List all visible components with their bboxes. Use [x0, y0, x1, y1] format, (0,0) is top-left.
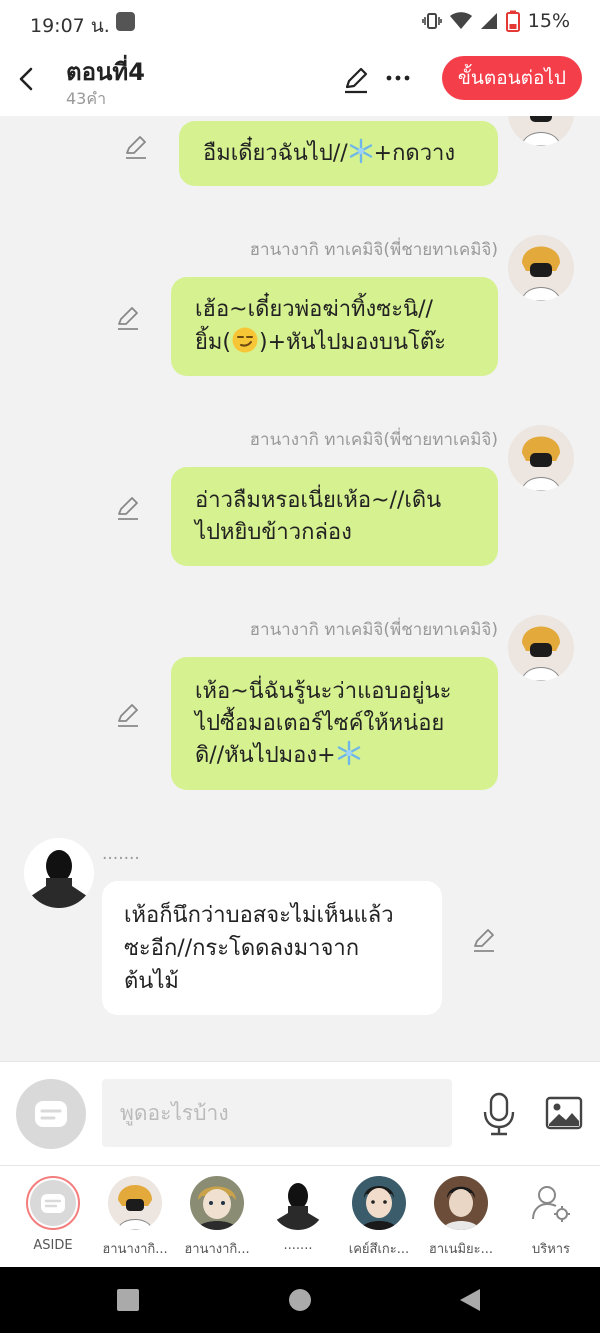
- message-bubble[interactable]: อ่าวลืมหรอเนี่ยเห้อ~//เดิน ไปหยิบข้าวกล่…: [171, 467, 498, 566]
- notification-icon: [116, 12, 135, 31]
- edit-pencil-icon[interactable]: [115, 702, 141, 728]
- message-text: เห้อ~นี่ฉันรู้นะว่าแอบอยู่นะ ไปซื้อมอเตอ…: [195, 678, 452, 768]
- message-input[interactable]: [102, 1079, 452, 1147]
- battery-percent: 15%: [527, 10, 570, 32]
- avatar[interactable]: [24, 838, 94, 908]
- character-image: [352, 1176, 406, 1230]
- message-text: เฮ้อ~เดี๋ยวพ่อฆ่าทิ้งซะนิ// ยิ้ม()+หันไป…: [195, 297, 446, 355]
- manage-avatar: [524, 1176, 578, 1230]
- chat-area[interactable]: อืมเดี๋ยวฉันไป//+กดวาง ฮานางากิ ทาเคมิจิ…: [0, 116, 600, 1061]
- back-icon[interactable]: [458, 1288, 482, 1312]
- character-label: .......: [283, 1238, 313, 1253]
- manage-characters-button[interactable]: บริหาร: [511, 1176, 591, 1259]
- wifi-icon: [449, 12, 472, 29]
- character-image: [434, 1176, 488, 1230]
- edit-pencil-icon[interactable]: [342, 66, 370, 94]
- avatar-image: [508, 235, 574, 301]
- user-settings-icon: [532, 1186, 570, 1222]
- microphone-icon[interactable]: [481, 1092, 517, 1136]
- silhouette-avatar-icon: [24, 838, 94, 908]
- aside-chat-icon: [30, 1180, 76, 1226]
- status-icons: 15%: [421, 10, 570, 32]
- sender-name: ฮานางากิ ทาเคมิจิ(พี่ชายทาเคมิจิ): [249, 430, 498, 450]
- edit-pencil-icon[interactable]: [115, 305, 141, 331]
- snowflake-emoji-icon: [349, 138, 372, 163]
- composer-bar: [0, 1061, 600, 1165]
- avatar-image: [508, 425, 574, 491]
- character-item[interactable]: เคย์สึเกะ...: [339, 1176, 419, 1259]
- message-bubble[interactable]: เห้อก็นึกว่าบอสจะไม่เห็นแล้ว ซะอีก//กระโ…: [102, 881, 442, 1015]
- app-screen: 19:07 น. 15% ตอนที่4 43คำ ขั้นตอนต่อไป อ…: [0, 0, 600, 1333]
- back-arrow-icon[interactable]: [12, 62, 42, 96]
- avatar[interactable]: [508, 615, 574, 681]
- snowflake-emoji-icon: [337, 740, 360, 765]
- character-label: ฮาเนมิยะ...: [428, 1242, 494, 1257]
- character-avatar: [108, 1176, 162, 1230]
- aside-toggle-button[interactable]: [16, 1079, 86, 1149]
- character-item[interactable]: ฮานางากิ...: [95, 1176, 175, 1259]
- message-bubble[interactable]: อืมเดี๋ยวฉันไป//+กดวาง: [179, 121, 498, 186]
- message-text: เห้อก็นึกว่าบอสจะไม่เห็นแล้ว ซะอีก//กระโ…: [124, 903, 394, 994]
- battery-icon: [505, 10, 520, 32]
- character-label: ฮานางากิ...: [102, 1242, 168, 1257]
- character-avatar: [352, 1176, 406, 1230]
- character-avatar: [190, 1176, 244, 1230]
- chat-header: ตอนที่4 43คำ ขั้นตอนต่อไป: [0, 44, 600, 116]
- character-label: บริหาร: [531, 1242, 571, 1257]
- edit-pencil-icon[interactable]: [123, 134, 149, 160]
- character-label: ฮานางากิ...: [184, 1242, 250, 1257]
- avatar-image: [508, 116, 574, 146]
- signal-icon: [480, 13, 497, 29]
- status-bar: 19:07 น. 15%: [0, 0, 600, 44]
- character-label: ASIDE: [33, 1238, 73, 1253]
- sender-name: ฮานางากิ ทาเคมิจิ(พี่ชายทาเคมิจิ): [249, 240, 498, 260]
- recents-icon[interactable]: [116, 1288, 140, 1312]
- smirk-emoji-icon: [232, 327, 258, 353]
- next-step-button[interactable]: ขั้นตอนต่อไป: [441, 56, 582, 100]
- sender-name: ฮานางากิ ทาเคมิจิ(พี่ชายทาเคมิจิ): [249, 620, 498, 640]
- vibrate-icon: [421, 13, 442, 29]
- avatar[interactable]: [508, 425, 574, 491]
- home-icon[interactable]: [288, 1288, 312, 1312]
- avatar[interactable]: [508, 116, 574, 146]
- image-icon[interactable]: [545, 1094, 583, 1132]
- message-text: อ่าวลืมหรอเนี่ยเห้อ~//เดิน ไปหยิบข้าวกล่…: [195, 487, 442, 545]
- message-text: อืมเดี๋ยวฉันไป//+กดวาง: [203, 138, 455, 170]
- system-nav-bar: [0, 1267, 600, 1333]
- more-options-icon[interactable]: [384, 64, 412, 92]
- edit-pencil-icon[interactable]: [471, 927, 497, 953]
- status-time: 19:07 น.: [30, 15, 110, 37]
- character-label: เคย์สึเกะ...: [348, 1242, 410, 1257]
- character-item[interactable]: ฮาเนมิยะ...: [421, 1176, 501, 1259]
- character-avatar: [271, 1176, 325, 1230]
- sender-name: .......: [102, 844, 140, 864]
- message-bubble[interactable]: เห้อ~นี่ฉันรู้นะว่าแอบอยู่นะ ไปซื้อมอเตอ…: [171, 657, 498, 790]
- message-bubble[interactable]: เฮ้อ~เดี๋ยวพ่อฆ่าทิ้งซะนิ// ยิ้ม()+หันไป…: [171, 277, 498, 376]
- edit-pencil-icon[interactable]: [115, 495, 141, 521]
- character-image: [108, 1176, 162, 1230]
- silhouette-avatar-icon: [273, 1183, 323, 1230]
- aside-chat-icon: [35, 1101, 67, 1127]
- character-aside[interactable]: ASIDE: [13, 1176, 93, 1253]
- avatar-image: [508, 615, 574, 681]
- character-item[interactable]: ฮานางากิ...: [177, 1176, 257, 1259]
- character-bar: ASIDE ฮานางากิ... ฮานางากิ... ....... เค…: [0, 1165, 600, 1267]
- page-title: ตอนที่4: [66, 58, 145, 86]
- character-avatar: [434, 1176, 488, 1230]
- word-count: 43คำ: [66, 89, 107, 108]
- aside-avatar: [26, 1176, 80, 1230]
- avatar[interactable]: [508, 235, 574, 301]
- character-image: [190, 1176, 244, 1230]
- character-item[interactable]: .......: [258, 1176, 338, 1253]
